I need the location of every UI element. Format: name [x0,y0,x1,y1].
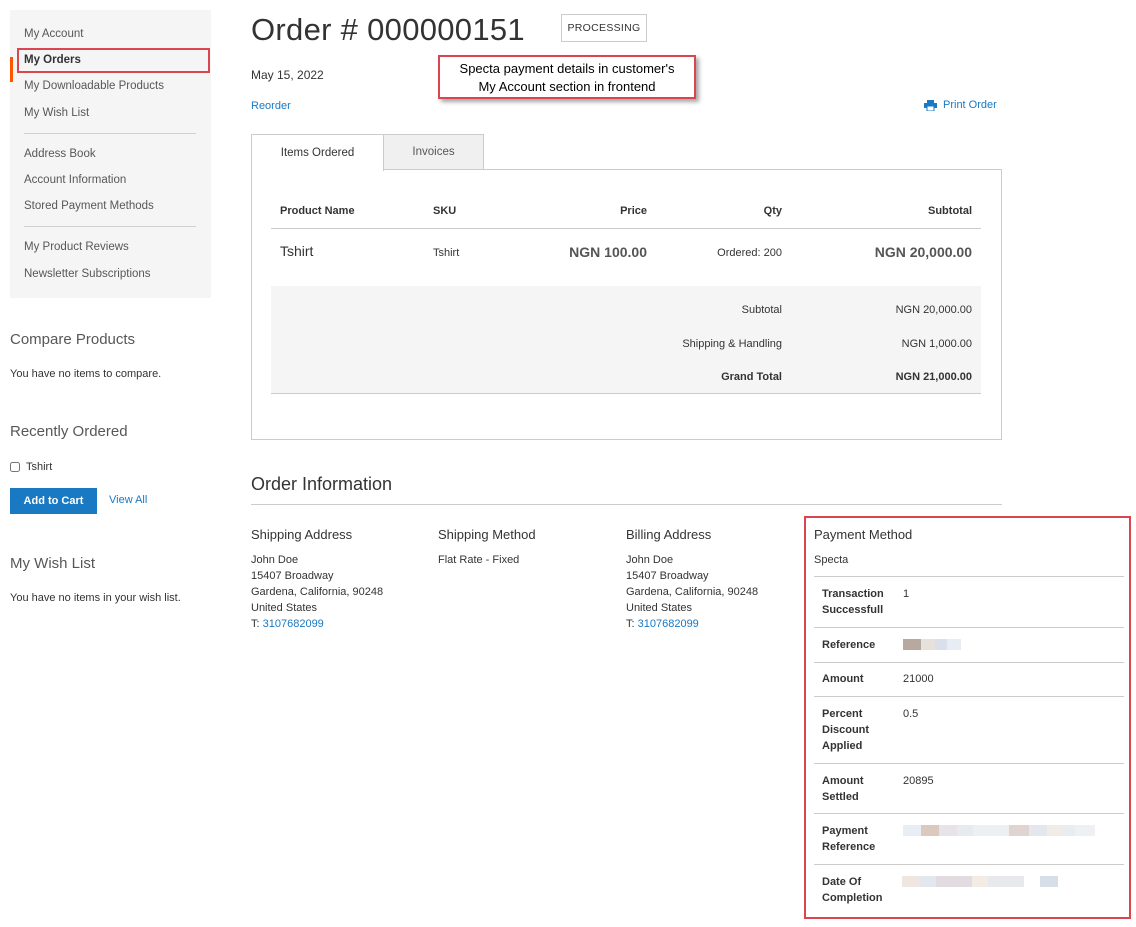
pm-label-amount-settled: Amount Settled [822,775,864,803]
nav-wish-list[interactable]: My Wish List [24,107,89,119]
pm-divider [814,763,1124,764]
payment-method-title: Payment Method [814,527,913,542]
annotation-callout: Specta payment details in customer's My … [438,55,696,99]
pm-value-transaction: 1 [903,588,910,600]
callout-line-1: Specta payment details in customer's [459,61,675,76]
compare-empty-text: You have no items to compare. [10,368,162,380]
pm-value-amount: 21000 [903,673,934,685]
recent-item-name: Tshirt [26,461,53,473]
totals-subtotal-label: Subtotal [741,304,782,316]
order-date: May 15, 2022 [251,68,324,82]
item-sku: Tshirt [433,247,460,259]
pm-label-amount: Amount [822,673,864,685]
wishlist-title: My Wish List [10,555,96,572]
col-qty: Qty [763,205,782,217]
col-price: Price [620,205,647,217]
totals-subtotal-value: NGN 20,000.00 [895,304,972,316]
pm-value-discount: 0.5 [903,708,919,720]
shipping-method-value: Flat Rate - Fixed [438,554,520,566]
nav-product-reviews[interactable]: My Product Reviews [24,241,129,253]
printer-icon [924,99,937,111]
item-qty: Ordered: 200 [717,247,782,259]
pm-label-transaction: Transaction Successfull [822,588,884,616]
totals-shipping-label: Shipping & Handling [682,338,782,350]
pm-divider [814,627,1124,628]
pm-label-date-completion: Date Of Completion [822,876,883,904]
item-subtotal: NGN 20,000.00 [874,244,972,260]
wishlist-empty-text: You have no items in your wish list. [10,592,181,604]
nav-stored-payment-methods[interactable]: Stored Payment Methods [24,200,154,212]
billing-country: United States [626,602,693,614]
nav-divider [24,133,196,134]
pm-divider [814,696,1124,697]
phone-prefix: T: [251,618,263,630]
status-badge: PROCESSING [561,14,647,42]
col-sku: SKU [433,205,457,217]
billing-name: John Doe [626,554,674,566]
print-order-label: Print Order [943,99,997,111]
order-information-title: Order Information [251,474,393,494]
shipping-city: Gardena, California, 90248 [251,586,384,598]
nav-address-book[interactable]: Address Book [24,148,96,160]
recently-ordered-title: Recently Ordered [10,423,128,440]
pm-divider [814,662,1124,663]
pm-value-payment-reference-redacted [903,825,1095,836]
pm-value-reference-redacted [903,639,961,650]
tab-items-ordered[interactable]: Items Ordered [251,134,384,171]
totals-grand-value: NGN 21,000.00 [895,371,972,383]
print-order-link[interactable]: Print Order [924,99,997,111]
billing-phone-line: T: 3107682099 [626,618,699,630]
shipping-country: United States [251,602,318,614]
billing-street: 15407 Broadway [626,570,709,582]
shipping-phone-line: T: 3107682099 [251,618,324,630]
item-price: NGN 100.00 [569,244,647,260]
phone-prefix: T: [626,618,638,630]
reorder-link[interactable]: Reorder [251,100,291,112]
nav-divider [24,226,196,227]
shipping-street: 15407 Broadway [251,570,334,582]
pm-divider [814,813,1124,814]
nav-active-indicator [10,57,13,82]
totals-grand-label: Grand Total [721,371,782,383]
nav-downloadable-products[interactable]: My Downloadable Products [24,80,164,92]
col-subtotal: Subtotal [928,205,972,217]
shipping-address-title: Shipping Address [251,527,353,542]
callout-line-2: My Account section in frontend [478,79,656,94]
billing-phone-link[interactable]: 3107682099 [638,618,699,630]
shipping-name: John Doe [251,554,299,566]
payment-method-name: Specta [814,554,849,566]
section-divider [251,504,1002,505]
table-header-divider [271,228,981,229]
pm-label-payment-reference: Payment Reference [822,825,876,853]
totals-shipping-value: NGN 1,000.00 [901,338,972,350]
nav-my-account[interactable]: My Account [24,28,83,40]
pm-label-discount: Percent Discount Applied [822,708,870,752]
tab-invoices[interactable]: Invoices [383,134,484,170]
compare-products-title: Compare Products [10,331,136,348]
pm-value-amount-settled: 20895 [903,775,934,787]
pm-divider [814,864,1124,865]
pm-value-date-completion-redacted [902,876,1058,887]
col-product-name: Product Name [280,205,355,217]
shipping-phone-link[interactable]: 3107682099 [263,618,324,630]
billing-address-title: Billing Address [626,527,712,542]
shipping-method-title: Shipping Method [438,527,536,542]
billing-city: Gardena, California, 90248 [626,586,759,598]
nav-newsletter-subscriptions[interactable]: Newsletter Subscriptions [24,268,151,280]
nav-account-information[interactable]: Account Information [24,174,126,186]
pm-label-reference: Reference [822,639,876,651]
page-title: Order # 000000151 [251,12,525,47]
pm-divider [814,576,1124,577]
my-orders-highlight [17,48,210,73]
add-to-cart-button[interactable]: Add to Cart [10,488,97,514]
recent-item-checkbox[interactable] [10,462,20,472]
item-product-name: Tshirt [280,243,314,259]
view-all-link[interactable]: View All [109,494,147,506]
